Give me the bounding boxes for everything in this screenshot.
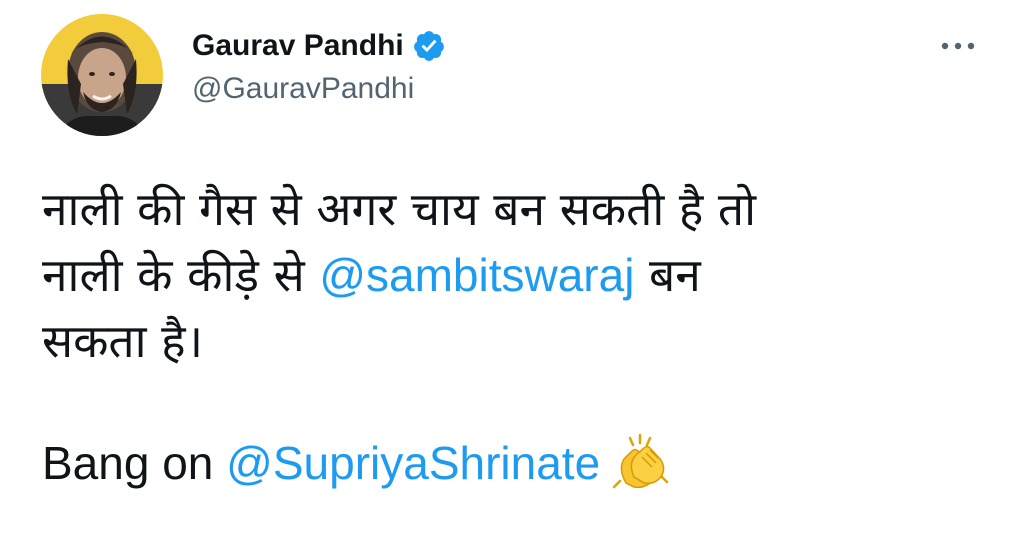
- verified-badge-icon: [412, 29, 446, 63]
- author-name-row: Gaurav Pandhi: [192, 24, 446, 68]
- tweet-line-4-prefix: Bang on: [42, 437, 227, 489]
- tweet-line-2: नाली के कीड़े से @sambitswaraj बन: [42, 242, 982, 308]
- tweet-card: Gaurav Pandhi @GauravPandhi नाली की गैस …: [0, 0, 1024, 557]
- tweet-line-1: नाली की गैस से अगर चाय बन सकती है तो: [42, 182, 757, 236]
- author-display-name[interactable]: Gaurav Pandhi: [192, 29, 404, 63]
- tweet-line-2-suffix: बन: [634, 248, 701, 302]
- clapping-hands-icon: [610, 431, 670, 491]
- tweet-text: नाली की गैस से अगर चाय बन सकती है तो नाल…: [42, 176, 982, 496]
- mention-sambitswaraj-link[interactable]: @sambitswaraj: [319, 249, 634, 301]
- tweet-line-2-prefix: नाली के कीड़े से: [42, 248, 320, 302]
- tweet-line-3: सकता है।: [42, 314, 204, 368]
- author-avatar[interactable]: [41, 14, 163, 136]
- more-horizontal-icon: [941, 42, 975, 50]
- more-options-button[interactable]: [938, 30, 978, 60]
- tweet-line-4: Bang on @SupriyaShrinate: [42, 430, 982, 496]
- author-handle[interactable]: @GauravPandhi: [192, 72, 414, 106]
- avatar-image: [41, 14, 163, 136]
- mention-supriyashrinate-link[interactable]: @SupriyaShrinate: [226, 437, 600, 489]
